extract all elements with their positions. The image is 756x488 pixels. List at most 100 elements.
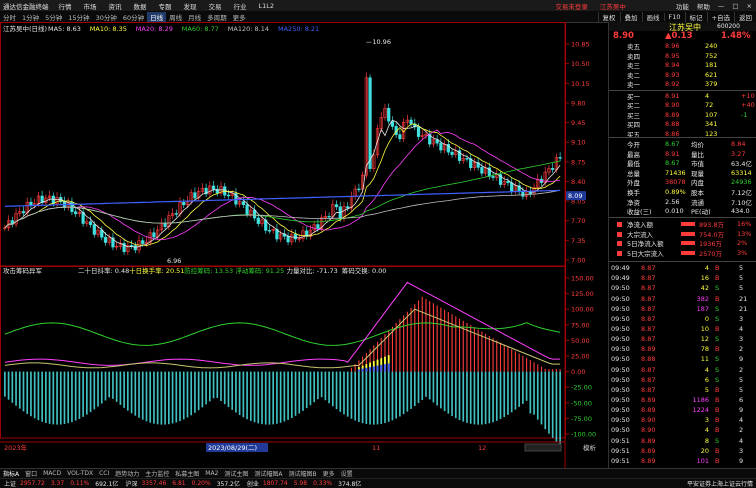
- order-book-row: 买二 8.90 72 +40: [609, 101, 756, 110]
- tick-price: 8.90: [641, 426, 656, 435]
- window-button[interactable]: 帮助: [693, 1, 714, 11]
- candle-body: [491, 176, 495, 178]
- period-tab[interactable]: 分时: [0, 12, 19, 22]
- account-link[interactable]: 交易未登录: [549, 1, 594, 11]
- menu-item[interactable]: 专题: [153, 1, 178, 11]
- menu-item[interactable]: 交易: [203, 1, 228, 11]
- flow-pct: 16%: [737, 220, 752, 229]
- window-button[interactable]: —: [714, 2, 729, 10]
- y-tick-label: 0.00: [571, 368, 585, 376]
- period-tab[interactable]: 更多: [230, 12, 249, 22]
- indicator-tab[interactable]: 测试幅图A: [251, 469, 285, 478]
- candle-body: [327, 215, 331, 218]
- tick-row: 09:50 8.87 10 B 4: [609, 325, 756, 333]
- menu-item[interactable]: 行业: [228, 1, 253, 11]
- indicator-tab[interactable]: 测试幅图B: [286, 469, 320, 478]
- indicator-tab[interactable]: VOL-TDX: [64, 470, 96, 477]
- ma10-line: [4, 123, 561, 247]
- kline-chart[interactable]: 江苏吴中(日线) MA5: 8.63 MA10: 8.35 MA20: 8.29 MA6…: [0, 22, 608, 468]
- tick-flag: B: [715, 426, 720, 435]
- flow-row: 大宗流入 754.0万 13%: [609, 230, 756, 239]
- tick-count: 9: [739, 406, 744, 415]
- tick-count: 2: [739, 426, 744, 435]
- tool-button[interactable]: F10: [663, 12, 685, 21]
- chart-area: 江苏吴中(日线) MA5: 8.63 MA10: 8.35 MA20: 8.29 MA6…: [0, 22, 608, 468]
- chart-scrollbar: [524, 443, 562, 452]
- candle-body: [409, 119, 413, 125]
- index-pct: 0.11%: [70, 480, 90, 487]
- ma250-line: [4, 189, 561, 207]
- period-tab[interactable]: 周线: [166, 12, 185, 22]
- book-delta: +10: [741, 91, 755, 100]
- tick-count: 2: [739, 345, 744, 354]
- tick-volume: 42: [700, 284, 709, 293]
- quote-panel: 江苏吴中 600200 8.90 ▲0.13 1.48% 卖五 8.96 240 卖四…: [608, 22, 756, 468]
- tick-flag: S: [715, 365, 720, 374]
- price-change-pct: 1.48%: [721, 31, 751, 41]
- flow-pct: 2%: [737, 239, 748, 248]
- period-tab[interactable]: 多周期: [204, 12, 230, 22]
- stat-value: 8.91: [665, 149, 680, 158]
- book-label: 卖二: [627, 71, 640, 80]
- period-tab[interactable]: 15分钟: [65, 12, 92, 22]
- menu-item[interactable]: 市场: [78, 1, 103, 11]
- tick-count: 5: [739, 274, 744, 283]
- menu-item[interactable]: 数据: [128, 1, 153, 11]
- period-tab[interactable]: 日线: [147, 11, 167, 22]
- candle-body: [182, 202, 186, 206]
- tick-time: 09:50: [611, 426, 630, 435]
- tool-button[interactable]: 画线: [641, 11, 664, 22]
- stat-value: 0.89%: [665, 188, 686, 197]
- period-tab[interactable]: 60分钟: [120, 12, 147, 22]
- menu-item[interactable]: 行情: [53, 1, 78, 11]
- tool-button[interactable]: 叠加: [619, 11, 642, 22]
- tool-button[interactable]: 复权: [597, 11, 620, 22]
- account-link[interactable]: 江苏吴中: [594, 1, 632, 11]
- book-volume: 181: [705, 61, 718, 70]
- window-button[interactable]: 功能: [672, 1, 693, 11]
- window-button[interactable]: □: [728, 2, 742, 10]
- indicator-tab[interactable]: 测试主图: [221, 469, 251, 478]
- period-tab[interactable]: 月线: [185, 12, 204, 22]
- tick-time: 09:50: [611, 416, 630, 425]
- indicator-tab[interactable]: 主力监控: [142, 469, 172, 478]
- cursor-date-label: 2023/08/29(二): [208, 444, 257, 452]
- account-links: 交易未登录 江苏吴中: [549, 0, 632, 11]
- tool-button[interactable]: 返回: [734, 11, 756, 22]
- tick-time: 09:50: [611, 324, 630, 333]
- tick-price: 8.90: [641, 416, 656, 425]
- period-tab[interactable]: 5分钟: [42, 12, 65, 22]
- indicator-tab[interactable]: 私募主图: [172, 469, 202, 478]
- candle-body: [211, 185, 216, 190]
- candle-body: [103, 236, 108, 243]
- indicator-tab[interactable]: 趋势动力: [112, 469, 142, 478]
- order-book-row: 买一 8.91 4 +10: [609, 91, 756, 101]
- tool-button[interactable]: 标记: [684, 11, 707, 22]
- indicator-tab[interactable]: 指标A: [0, 469, 22, 478]
- tick-count: 6: [739, 396, 744, 405]
- period-tab[interactable]: 1分钟: [19, 12, 42, 22]
- indicator-tab[interactable]: CCI: [96, 470, 112, 477]
- indicator-tab[interactable]: MACD: [40, 470, 64, 477]
- menu-item[interactable]: 发现: [178, 1, 203, 11]
- indicator-tab[interactable]: 更多: [320, 469, 338, 478]
- index-value: 1807.74: [262, 480, 288, 487]
- menu-item[interactable]: L1L2: [253, 2, 281, 10]
- indicator-tab[interactable]: 设置: [338, 469, 356, 478]
- indicator-tab[interactable]: MA2: [202, 470, 221, 477]
- order-book-row: 卖二 8.93 621: [609, 71, 756, 80]
- tool-button[interactable]: +自选: [706, 11, 734, 22]
- stat-label: 流通: [691, 198, 704, 207]
- candle-body: [88, 221, 93, 225]
- window-button[interactable]: ×: [743, 2, 756, 10]
- tick-time: 09:50: [611, 314, 630, 323]
- flow-color-icon: [617, 231, 622, 237]
- indicator-tab[interactable]: 窗口: [22, 469, 40, 478]
- candle-body: [506, 181, 510, 184]
- tick-row: 09:50 8.87 0 S 3: [609, 315, 756, 323]
- tick-time: 09:50: [611, 284, 630, 293]
- tick-row: 09:50 8.87 5 B 5: [609, 386, 756, 394]
- period-tab[interactable]: 30分钟: [93, 12, 120, 22]
- tick-volume: 10: [700, 324, 709, 333]
- menu-item[interactable]: 资讯: [103, 1, 128, 11]
